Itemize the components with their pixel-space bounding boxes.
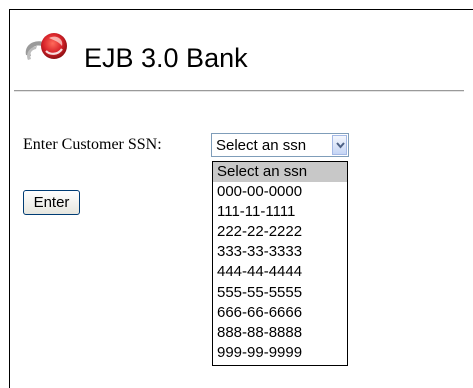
ssn-option[interactable]: 111-11-1111 [213, 202, 347, 222]
ssn-option[interactable]: 222-22-2222 [213, 222, 347, 242]
ssn-select-value: Select an ssn [216, 137, 307, 154]
ssn-dropdown-list[interactable]: Select an ssn 000-00-0000 111-11-1111 22… [212, 161, 348, 366]
enter-button[interactable]: Enter [23, 190, 80, 215]
ssn-option[interactable]: 888-88-8888 [213, 323, 347, 343]
ssn-option[interactable]: 666-66-6666 [213, 303, 347, 323]
ssn-label: Enter Customer SSN: [23, 136, 162, 153]
bank-logo-icon [25, 33, 67, 60]
ssn-option[interactable]: 000-00-0000 [213, 182, 347, 202]
ssn-option[interactable]: 444-44-4444 [213, 262, 347, 282]
ssn-option[interactable]: 999-99-9999 [213, 343, 347, 363]
ssn-select-toggle[interactable] [332, 135, 347, 155]
ssn-option[interactable]: 333-33-3333 [213, 242, 347, 262]
ssn-option[interactable]: 555-55-5555 [213, 283, 347, 303]
header-divider [14, 90, 464, 92]
ssn-select[interactable]: Select an ssn [211, 133, 349, 157]
ssn-option[interactable]: Select an ssn [213, 162, 347, 183]
page-title: EJB 3.0 Bank [84, 43, 248, 73]
chevron-down-icon [336, 142, 345, 149]
